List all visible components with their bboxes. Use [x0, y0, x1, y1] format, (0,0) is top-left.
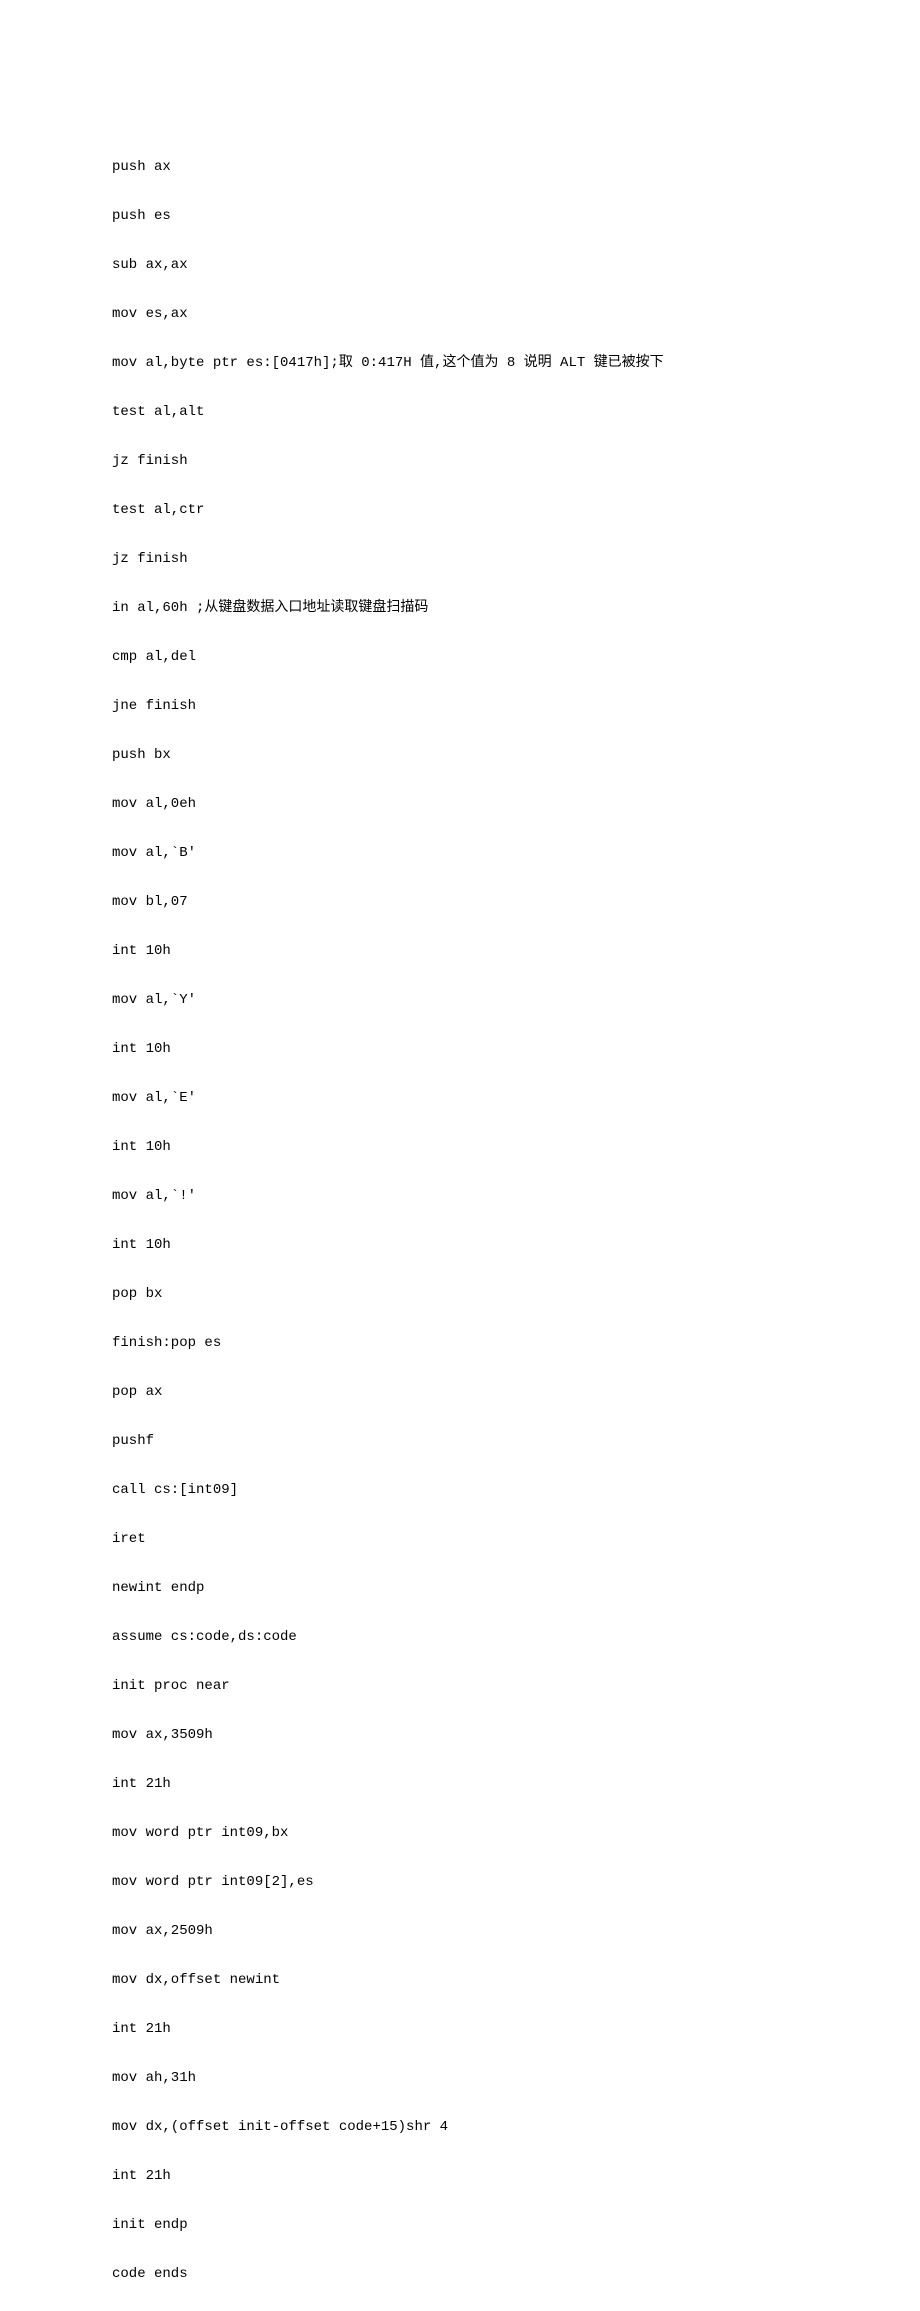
code-line: int 10h: [112, 1037, 920, 1062]
code-line: test al,alt: [112, 400, 920, 425]
code-line: int 10h: [112, 1135, 920, 1160]
code-line: mov al,byte ptr es:[0417h];取 0:417H 值,这个…: [112, 351, 920, 376]
code-line: mov al,0eh: [112, 792, 920, 817]
code-line: init proc near: [112, 1674, 920, 1699]
code-line: mov al,`B': [112, 841, 920, 866]
code-line: test al,ctr: [112, 498, 920, 523]
code-line: pushf: [112, 1429, 920, 1454]
code-line: int 10h: [112, 939, 920, 964]
code-line: int 21h: [112, 2164, 920, 2189]
code-line: call cs:[int09]: [112, 1478, 920, 1503]
code-line: mov ax,3509h: [112, 1723, 920, 1748]
code-line: int 21h: [112, 2017, 920, 2042]
code-line: init endp: [112, 2213, 920, 2238]
code-line: push ax: [112, 155, 920, 180]
code-line: mov ah,31h: [112, 2066, 920, 2091]
code-line: mov word ptr int09[2],es: [112, 1870, 920, 1895]
code-line: mov ax,2509h: [112, 1919, 920, 1944]
code-line: in al,60h ;从键盘数据入口地址读取键盘扫描码: [112, 596, 920, 621]
code-line: int 21h: [112, 1772, 920, 1797]
code-line: mov al,`E': [112, 1086, 920, 1111]
code-line: pop bx: [112, 1282, 920, 1307]
code-line: newint endp: [112, 1576, 920, 1601]
code-line: mov dx,(offset init-offset code+15)shr 4: [112, 2115, 920, 2140]
code-line: mov al,`!': [112, 1184, 920, 1209]
code-line: push es: [112, 204, 920, 229]
code-line: finish:pop es: [112, 1331, 920, 1356]
code-line: jz finish: [112, 547, 920, 572]
code-line: iret: [112, 1527, 920, 1552]
code-line: pop ax: [112, 1380, 920, 1405]
code-line: cmp al,del: [112, 645, 920, 670]
code-line: mov es,ax: [112, 302, 920, 327]
code-line: mov dx,offset newint: [112, 1968, 920, 1993]
code-line: mov al,`Y': [112, 988, 920, 1013]
code-line: int 10h: [112, 1233, 920, 1258]
code-line: assume cs:code,ds:code: [112, 1625, 920, 1650]
code-line: mov word ptr int09,bx: [112, 1821, 920, 1846]
code-line: push bx: [112, 743, 920, 768]
code-line: mov bl,07: [112, 890, 920, 915]
code-line: jz finish: [112, 449, 920, 474]
code-line: code ends: [112, 2262, 920, 2287]
code-line: sub ax,ax: [112, 253, 920, 278]
document-page: push ax push es sub ax,ax mov es,ax mov …: [0, 0, 920, 2311]
code-line: jne finish: [112, 694, 920, 719]
